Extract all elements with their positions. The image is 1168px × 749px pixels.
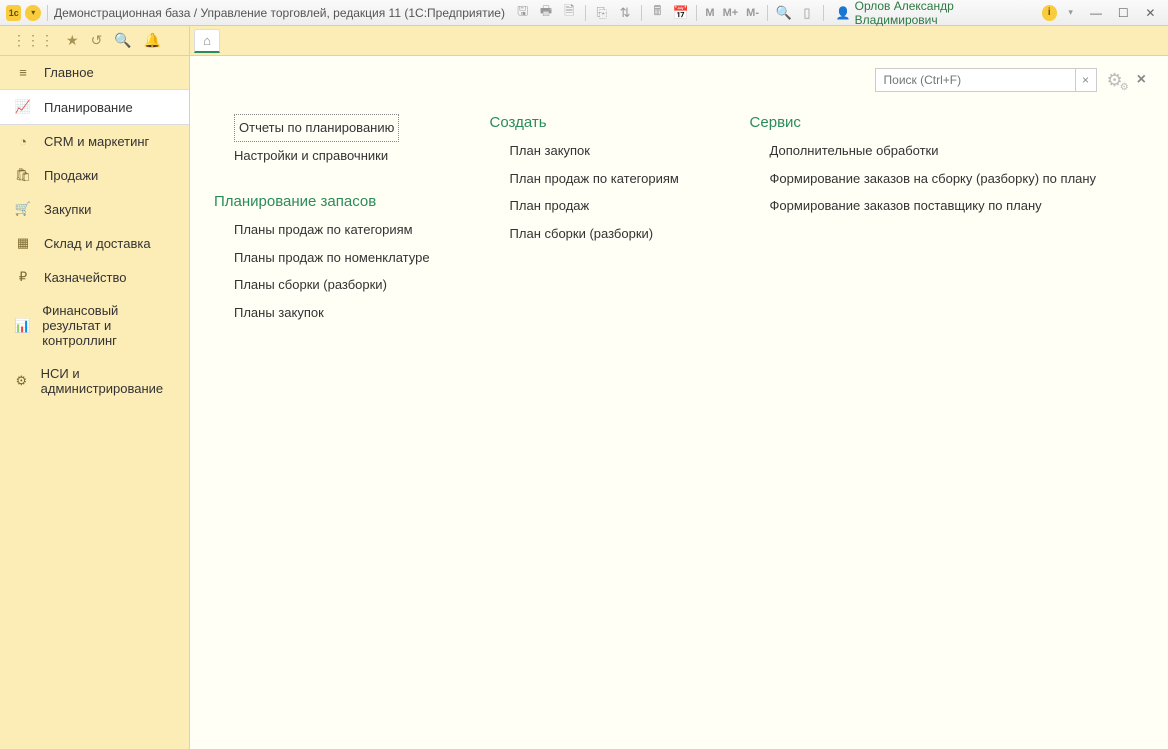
sidebar-item-sales[interactable]: 🛍 Продажи: [0, 158, 189, 192]
calendar-icon[interactable]: 📅: [671, 3, 690, 23]
link-create-sales-plan-category[interactable]: План продаж по категориям: [510, 165, 690, 193]
panel-toolbar: × ⚙ ×: [875, 68, 1150, 92]
sidebar-item-label: Закупки: [44, 202, 91, 217]
search-box: ×: [875, 68, 1097, 92]
bars-icon: 📊: [14, 318, 30, 334]
link-form-assembly-orders[interactable]: Формирование заказов на сборку (разборку…: [770, 165, 1097, 193]
column-create: Создать План закупок План продаж по кате…: [490, 114, 690, 326]
sidebar-item-label: Планирование: [44, 100, 133, 115]
zoom-icon[interactable]: 🔍: [774, 3, 793, 23]
left-column: ⋮⋮⋮ ★ ↺ 🔍 🔔 ≡ Главное 📈 Планирование ◔ C…: [0, 26, 190, 749]
group-header-create: Создать: [490, 114, 690, 131]
boxes-icon: ▦: [14, 235, 32, 251]
cart-icon: 🛒: [14, 201, 32, 217]
app-logo: 1c: [6, 5, 21, 21]
link-sales-plans-category[interactable]: Планы продаж по категориям: [234, 216, 430, 244]
link-additional-processing[interactable]: Дополнительные обработки: [770, 137, 1097, 165]
content-area: ⌂ × ⚙ × Отчеты по планированию Настройки…: [190, 26, 1168, 749]
bag-icon: 🛍: [14, 167, 32, 183]
divider: [641, 5, 642, 21]
sidebar-item-label: Главное: [44, 65, 94, 80]
link-purchase-plans[interactable]: Планы закупок: [234, 299, 430, 327]
home-tab[interactable]: ⌂: [194, 29, 220, 53]
link-settings-reference[interactable]: Настройки и справочники: [234, 142, 430, 170]
history-icon[interactable]: ↺: [91, 32, 103, 49]
divider: [585, 5, 586, 21]
link-sales-plans-nomenclature[interactable]: Планы продаж по номенклатуре: [234, 244, 430, 272]
copy-icon[interactable]: ⎘: [592, 3, 611, 23]
link-form-supplier-orders[interactable]: Формирование заказов поставщику по плану: [770, 192, 1097, 220]
app-menu-dropdown[interactable]: ▾: [25, 5, 40, 21]
tab-strip: ⌂: [190, 26, 1168, 56]
close-button[interactable]: ✕: [1139, 3, 1162, 23]
sidebar-item-planning[interactable]: 📈 Планирование: [0, 89, 189, 125]
user-name: Орлов Александр Владимирович: [855, 0, 1034, 27]
layout-icon[interactable]: ▯: [797, 3, 816, 23]
group-header-service: Сервис: [750, 114, 1097, 131]
close-panel-button[interactable]: ×: [1133, 71, 1150, 89]
preview-icon[interactable]: 🗎: [560, 3, 579, 23]
sidebar-item-warehouse[interactable]: ▦ Склад и доставка: [0, 226, 189, 260]
column-service: Сервис Дополнительные обработки Формиров…: [750, 114, 1097, 326]
search-input[interactable]: [875, 68, 1075, 92]
navigation-columns: Отчеты по планированию Настройки и справ…: [214, 114, 1144, 326]
current-user[interactable]: 👤 Орлов Александр Владимирович: [836, 0, 1034, 27]
sidebar-item-crm[interactable]: ◔ CRM и маркетинг: [0, 125, 189, 158]
sidebar-item-treasury[interactable]: ₽ Казначейство: [0, 260, 189, 294]
pie-icon: ◔: [14, 134, 32, 149]
search-clear-button[interactable]: ×: [1075, 68, 1097, 92]
menu-icon: ≡: [14, 65, 32, 80]
memory-m[interactable]: M: [703, 7, 716, 19]
memory-m-plus[interactable]: M+: [721, 7, 741, 19]
titlebar: 1c ▾ Демонстрационная база / Управление …: [0, 0, 1168, 26]
sidebar-item-label: CRM и маркетинг: [44, 134, 149, 149]
sidebar-item-finance[interactable]: 📊 Финансовый результат и контроллинг: [0, 294, 189, 357]
sidebar-item-label: Продажи: [44, 168, 98, 183]
divider: [767, 5, 768, 21]
link-create-sales-plan[interactable]: План продаж: [510, 192, 690, 220]
minimize-button[interactable]: —: [1084, 3, 1107, 23]
sidebar-item-purchases[interactable]: 🛒 Закупки: [0, 192, 189, 226]
maximize-button[interactable]: ☐: [1112, 3, 1135, 23]
divider: [47, 5, 48, 21]
link-assembly-plans[interactable]: Планы сборки (разборки): [234, 271, 430, 299]
gear-icon: ⚙: [14, 373, 29, 389]
link-create-assembly-plan[interactable]: План сборки (разборки): [510, 220, 690, 248]
divider: [696, 5, 697, 21]
favorite-icon[interactable]: ★: [66, 32, 79, 49]
panel: × ⚙ × Отчеты по планированию Настройки и…: [190, 56, 1168, 749]
bell-icon[interactable]: 🔔: [144, 32, 161, 49]
sidebar: ≡ Главное 📈 Планирование ◔ CRM и маркети…: [0, 56, 189, 749]
compare-icon[interactable]: ⇅: [615, 3, 634, 23]
ruble-icon: ₽: [14, 269, 32, 285]
dropdown-icon[interactable]: ▾: [1061, 3, 1080, 23]
top-toolbar: ⋮⋮⋮ ★ ↺ 🔍 🔔: [0, 26, 189, 56]
sidebar-item-label: Склад и доставка: [44, 236, 151, 251]
sidebar-item-label: Финансовый результат и контроллинг: [42, 303, 175, 348]
calculator-icon[interactable]: 🖩: [648, 3, 667, 23]
info-icon[interactable]: i: [1042, 5, 1057, 21]
save-icon[interactable]: 🖫: [513, 3, 532, 23]
search-icon[interactable]: 🔍: [114, 32, 131, 49]
chart-up-icon: 📈: [14, 99, 32, 115]
divider: [823, 5, 824, 21]
apps-icon[interactable]: ⋮⋮⋮: [12, 32, 54, 49]
print-icon[interactable]: 🖶: [536, 3, 555, 23]
sidebar-item-main[interactable]: ≡ Главное: [0, 56, 189, 89]
user-icon: 👤: [836, 6, 851, 20]
link-reports-planning[interactable]: Отчеты по планированию: [234, 114, 399, 142]
memory-m-minus[interactable]: M-: [744, 7, 761, 19]
sidebar-item-admin[interactable]: ⚙ НСИ и администрирование: [0, 357, 189, 405]
link-create-purchase-plan[interactable]: План закупок: [510, 137, 690, 165]
column-1: Отчеты по планированию Настройки и справ…: [214, 114, 430, 326]
window-title: Демонстрационная база / Управление торго…: [54, 6, 505, 20]
sidebar-item-label: НСИ и администрирование: [41, 366, 175, 396]
group-header-stock-planning: Планирование запасов: [214, 193, 430, 210]
settings-icon[interactable]: ⚙: [1103, 70, 1127, 91]
sidebar-item-label: Казначейство: [44, 270, 126, 285]
